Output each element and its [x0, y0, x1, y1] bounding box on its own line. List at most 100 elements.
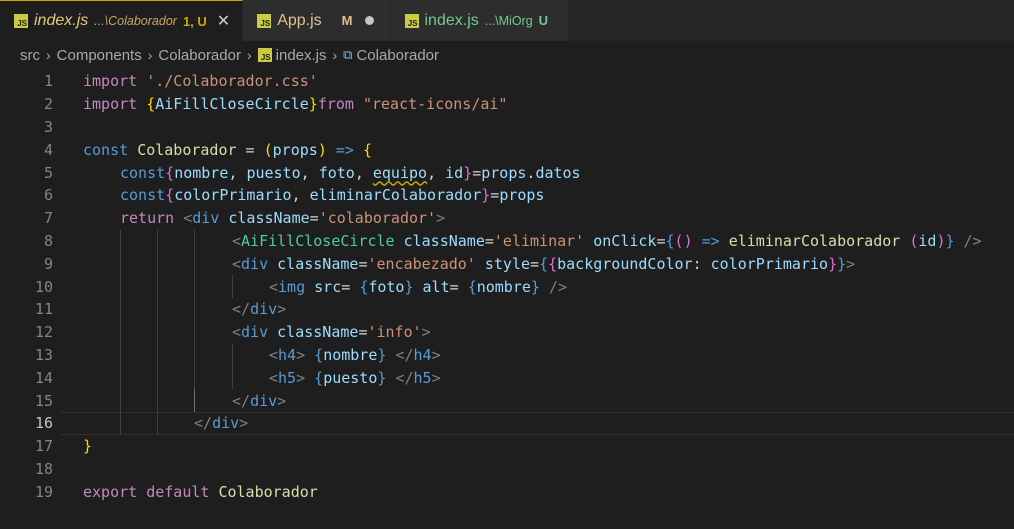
token: = [472, 163, 482, 182]
line-number: 17 [34, 437, 53, 456]
line-number: 5 [43, 163, 53, 182]
indent-guide [120, 320, 121, 344]
breadcrumb-item-src[interactable]: src [20, 47, 40, 64]
indent-guide [157, 320, 158, 344]
token: AiFillCloseCircle [241, 231, 395, 250]
tab-index-js-miorg[interactable]: JS index.js ...\MiOrg U [390, 0, 570, 41]
token: { [362, 140, 372, 159]
line-number: 8 [43, 231, 53, 250]
token: } [404, 277, 414, 296]
token: < [183, 209, 193, 228]
tab-index-js-colaborador[interactable]: JS index.js ...\Colaborador 1, U ✕ [0, 0, 244, 41]
token: = [490, 186, 500, 205]
token: > [296, 345, 306, 364]
indent-guide [120, 297, 121, 321]
token: nombre [174, 163, 229, 182]
code-line: 17 } [0, 435, 1014, 458]
tab-file-name: index.js [424, 11, 479, 29]
token: < [269, 345, 279, 364]
line-number: 11 [34, 300, 53, 319]
indent-guide [157, 252, 158, 276]
token: equipo [372, 163, 428, 182]
token: alt [422, 277, 450, 296]
token: : [692, 254, 711, 273]
indent-guide [120, 389, 121, 412]
token: nombre [476, 277, 531, 296]
token: './Colaborador.css' [146, 72, 318, 91]
token: < [232, 254, 242, 273]
token: backgroundColor [557, 254, 693, 273]
token: props [272, 140, 318, 159]
indent-guide [232, 366, 233, 390]
token: div [250, 300, 278, 319]
code-line: 13 <h4> {nombre} </h4> [0, 343, 1014, 367]
line-number: 2 [43, 95, 53, 114]
unsaved-dot-icon[interactable] [364, 16, 374, 25]
token: = [530, 254, 540, 273]
breadcrumb-item-symbol[interactable]: Colaborador [356, 47, 439, 64]
token: } [828, 254, 838, 273]
indent-guide [120, 343, 121, 367]
token: => [701, 231, 720, 250]
tab-app-js[interactable]: JS App.js M [243, 0, 391, 41]
token: AiFillCloseCircle [155, 95, 309, 114]
token: = [236, 140, 264, 159]
indent-guide [232, 343, 233, 367]
indent-guide [157, 411, 158, 435]
token: import [83, 72, 138, 91]
token: } [83, 437, 93, 456]
code-line: 3 [0, 116, 1014, 139]
token: > [431, 368, 441, 387]
token: > [277, 300, 287, 319]
code-line: 1 import './Colaborador.css' [0, 70, 1014, 93]
indent-guide [194, 343, 195, 367]
token: = [449, 277, 468, 296]
token: /> [548, 277, 568, 296]
code-text: export default Colaborador [83, 483, 318, 501]
code-line: 2 import {AiFillCloseCircle}from "react-… [0, 93, 1014, 116]
token: </ [395, 368, 414, 387]
code-text: </div> [232, 300, 286, 318]
chevron-right-icon: › [246, 47, 252, 63]
indent-guide [120, 229, 121, 253]
breadcrumb-item-components[interactable]: Components [57, 47, 142, 64]
indent-guide [194, 252, 195, 276]
token: className [277, 323, 359, 342]
token: style [484, 254, 531, 273]
tab-file-path: ...\MiOrg [484, 13, 533, 28]
code-text: const Colaborador = (props) => { [83, 141, 372, 159]
token: Colaborador [137, 140, 237, 159]
close-icon[interactable]: ✕ [217, 11, 230, 31]
token: { [314, 345, 324, 364]
token: /> [963, 231, 982, 250]
tab-file-name: index.js [34, 12, 89, 29]
chevron-right-icon: › [332, 47, 338, 63]
breadcrumb-item-colaborador-folder[interactable]: Colaborador [158, 47, 241, 64]
token: id [445, 163, 464, 182]
token: } [481, 186, 491, 205]
code-editor[interactable]: 1 import './Colaborador.css' 2 import {A… [0, 69, 1014, 503]
breadcrumb-item-file[interactable]: index.js [276, 47, 327, 64]
token: "react-icons/ai" [362, 95, 508, 114]
token: foto [368, 277, 405, 296]
token: import [83, 95, 138, 114]
code-line: 18 [0, 458, 1014, 481]
code-line-current: 16 </div> [0, 411, 1014, 435]
token: } [837, 254, 847, 273]
code-text: const{nombre, puesto, foto, equipo, id}=… [120, 164, 581, 182]
token: > [431, 345, 441, 364]
code-text: <h5> {puesto} </h5> [269, 369, 441, 387]
javascript-file-icon: JS [14, 14, 28, 28]
